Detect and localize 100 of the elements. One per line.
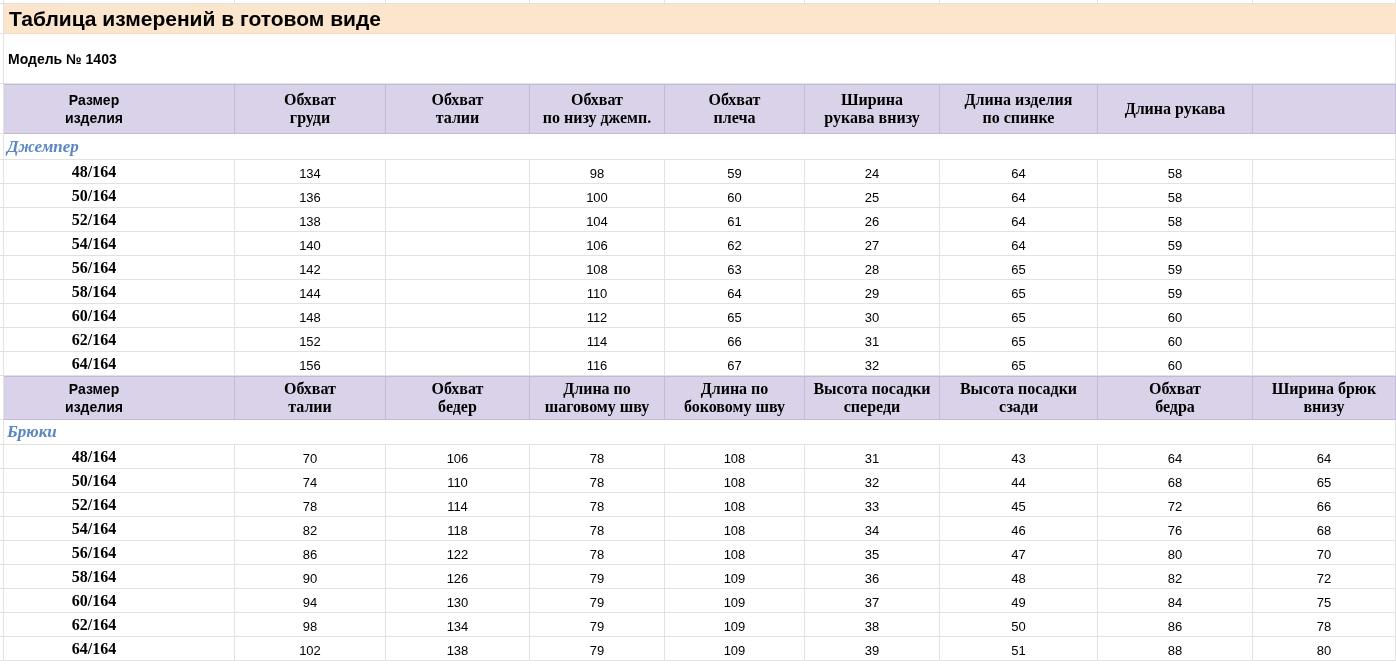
table-cell: 63 (665, 256, 805, 280)
table-cell: 78 (530, 493, 665, 517)
table-cell: 74 (235, 469, 386, 493)
table-cell: 109 (665, 613, 805, 637)
table-cell: 108 (665, 469, 805, 493)
table-cell: 104 (530, 208, 665, 232)
table-cell: 144 (235, 280, 386, 304)
size-cell: 60/164 (4, 589, 235, 613)
table-cell: 84 (1098, 589, 1253, 613)
size-cell: 64/164 (4, 637, 235, 661)
table-cell: 108 (665, 541, 805, 565)
table-cell: 60 (1098, 304, 1253, 328)
table-cell: 70 (235, 445, 386, 469)
column-header: Высота посадки спереди (805, 376, 940, 420)
table-cell: 109 (665, 637, 805, 661)
table-cell: 45 (940, 493, 1098, 517)
table-cell: 47 (940, 541, 1098, 565)
table-cell: 28 (805, 256, 940, 280)
table-cell: 46 (940, 517, 1098, 541)
column-header: Обхват плеча (665, 84, 805, 134)
table-cell: 106 (386, 445, 530, 469)
table-cell: 122 (386, 541, 530, 565)
table-cell: 88 (1098, 637, 1253, 661)
size-cell: 54/164 (4, 232, 235, 256)
table-cell: 138 (235, 208, 386, 232)
table-cell: 110 (386, 469, 530, 493)
size-cell: 56/164 (4, 541, 235, 565)
table-cell: 65 (940, 256, 1098, 280)
table-cell: 24 (805, 160, 940, 184)
table-cell: 44 (940, 469, 1098, 493)
table-cell: 130 (386, 589, 530, 613)
size-cell: 62/164 (4, 328, 235, 352)
size-cell: 56/164 (4, 256, 235, 280)
table-cell: 38 (805, 613, 940, 637)
table-cell: 102 (235, 637, 386, 661)
table-cell: 64 (665, 280, 805, 304)
table-cell: 79 (530, 613, 665, 637)
table-cell: 106 (530, 232, 665, 256)
table-cell: 90 (235, 565, 386, 589)
table-cell: 94 (235, 589, 386, 613)
table-cell: 65 (665, 304, 805, 328)
size-cell: 50/164 (4, 469, 235, 493)
table-cell: 78 (530, 541, 665, 565)
table-cell: 36 (805, 565, 940, 589)
table-cell: 34 (805, 517, 940, 541)
size-cell: 58/164 (4, 280, 235, 304)
table-cell: 86 (235, 541, 386, 565)
size-cell: 48/164 (4, 445, 235, 469)
table-cell: 108 (665, 517, 805, 541)
table-cell: 31 (805, 328, 940, 352)
table-cell: 30 (805, 304, 940, 328)
table-cell: 148 (235, 304, 386, 328)
table-cell: 110 (530, 280, 665, 304)
table-cell: 134 (235, 160, 386, 184)
table-cell: 48 (940, 565, 1098, 589)
table-cell: 29 (805, 280, 940, 304)
size-cell: 52/164 (4, 208, 235, 232)
table-cell: 118 (386, 517, 530, 541)
table-cell: 79 (530, 637, 665, 661)
table-cell: 136 (235, 184, 386, 208)
table-cell: 59 (1098, 280, 1253, 304)
table-cell: 108 (665, 445, 805, 469)
table-cell: 114 (530, 328, 665, 352)
table-cell: 112 (530, 304, 665, 328)
column-header: Ширина рукава внизу (805, 84, 940, 134)
table-cell: 108 (665, 493, 805, 517)
table-cell: 80 (1253, 637, 1396, 661)
table-cell: 72 (1253, 565, 1396, 589)
table-cell: 60 (1098, 328, 1253, 352)
column-header: Размер изделия (4, 84, 235, 134)
size-cell: 52/164 (4, 493, 235, 517)
table-cell: 108 (530, 256, 665, 280)
table-cell: 98 (530, 160, 665, 184)
table-cell: 58 (1098, 208, 1253, 232)
table-cell: 100 (530, 184, 665, 208)
table-cell: 80 (1098, 541, 1253, 565)
table-cell: 65 (940, 304, 1098, 328)
column-header: Длина по шаговому шву (530, 376, 665, 420)
table-cell: 70 (1253, 541, 1396, 565)
table-cell: 152 (235, 328, 386, 352)
table-cell: 58 (1098, 184, 1253, 208)
table-cell: 142 (235, 256, 386, 280)
table-cell: 59 (665, 160, 805, 184)
table-cell: 78 (530, 469, 665, 493)
table-cell: 68 (1253, 517, 1396, 541)
column-header: Длина рукава (1098, 84, 1253, 134)
column-header: Высота посадки сзади (940, 376, 1098, 420)
table-cell: 59 (1098, 232, 1253, 256)
table-cell: 64 (940, 232, 1098, 256)
section-title: Джемпер (4, 134, 1396, 160)
table-cell: 33 (805, 493, 940, 517)
size-cell: 48/164 (4, 160, 235, 184)
column-header: Длина по боковому шву (665, 376, 805, 420)
table-cell: 140 (235, 232, 386, 256)
table-cell: 61 (665, 208, 805, 232)
table-cell: 82 (235, 517, 386, 541)
table-cell: 75 (1253, 589, 1396, 613)
table-cell: 31 (805, 445, 940, 469)
table-cell: 62 (665, 232, 805, 256)
column-header: Обхват бедер (386, 376, 530, 420)
